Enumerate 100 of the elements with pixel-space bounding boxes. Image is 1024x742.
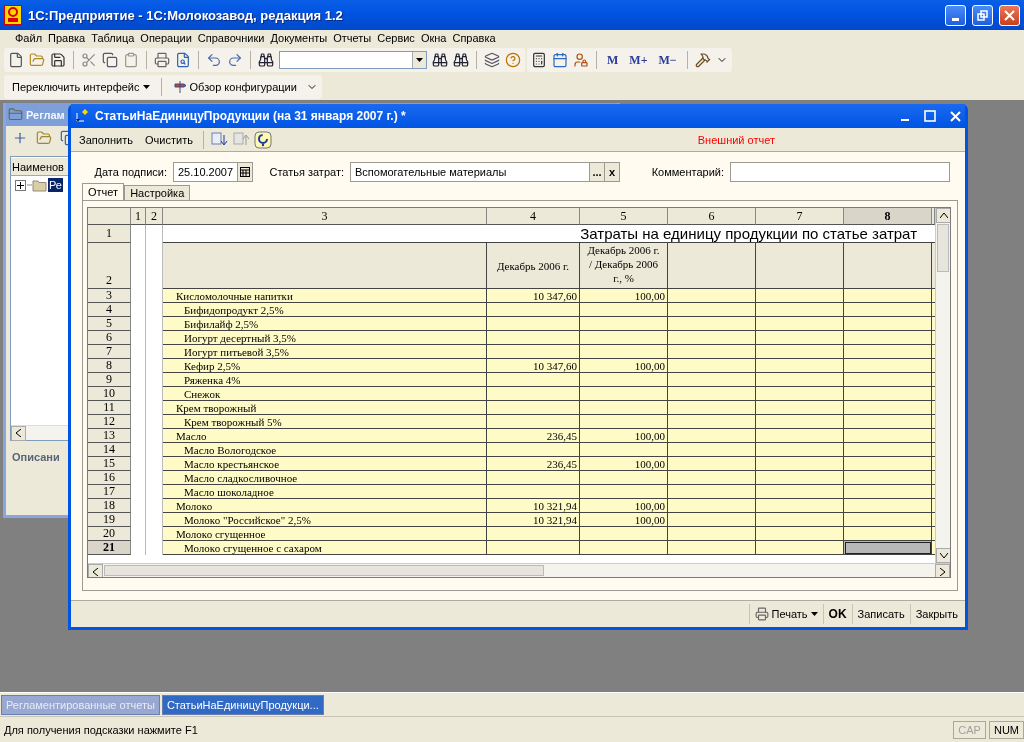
- column-header[interactable]: 8: [844, 208, 932, 225]
- dialog-button[interactable]: Записать: [851, 604, 910, 624]
- column-header[interactable]: 2: [146, 208, 163, 225]
- clear-button[interactable]: x: [605, 161, 620, 182]
- menu-item[interactable]: Операции: [137, 32, 195, 44]
- column-header[interactable]: 3: [163, 208, 487, 225]
- folder-icon[interactable]: [29, 52, 45, 68]
- document-search-icon[interactable]: [175, 52, 191, 68]
- calendar-button[interactable]: [238, 161, 253, 182]
- scroll-left-icon[interactable]: [16, 429, 21, 437]
- row-header[interactable]: 5: [88, 317, 131, 331]
- row-header[interactable]: 20: [88, 527, 131, 541]
- cost-item-field[interactable]: Вспомогательные материалы: [350, 161, 590, 182]
- search-combo-field[interactable]: [279, 51, 427, 69]
- row-header[interactable]: 4: [88, 303, 131, 317]
- printer-icon[interactable]: [154, 52, 170, 68]
- close-button[interactable]: [999, 4, 1020, 26]
- print-button[interactable]: Печать: [748, 604, 823, 624]
- add-icon[interactable]: [12, 130, 28, 146]
- undo-icon[interactable]: [206, 52, 222, 68]
- menu-item[interactable]: Справочники: [194, 32, 268, 44]
- scroll-thumb[interactable]: [104, 565, 544, 576]
- scroll-thumb[interactable]: [937, 224, 949, 272]
- menu-item[interactable]: Документы: [267, 32, 331, 44]
- column-header[interactable]: 1: [131, 208, 146, 225]
- memory-button[interactable]: M−: [655, 52, 680, 68]
- user-lock-icon[interactable]: [573, 52, 589, 68]
- copy-icon[interactable]: [102, 52, 118, 68]
- scroll-right-icon[interactable]: [940, 567, 945, 576]
- horizontal-scrollbar[interactable]: [88, 563, 950, 577]
- binoculars-icon[interactable]: [453, 52, 469, 68]
- binoculars-icon[interactable]: [258, 52, 274, 68]
- column-header[interactable]: 7: [756, 208, 844, 225]
- row-header[interactable]: 9: [88, 373, 131, 387]
- row-header[interactable]: 15: [88, 457, 131, 471]
- column-header[interactable]: 6: [668, 208, 756, 225]
- row-header[interactable]: 12: [88, 415, 131, 429]
- switch-interface-button[interactable]: Переключить интерфейс: [8, 81, 154, 93]
- row-header[interactable]: 13: [88, 429, 131, 443]
- table-cell: 100,00: [580, 429, 668, 443]
- scissors-icon[interactable]: [81, 52, 97, 68]
- menu-item[interactable]: Отчеты: [330, 32, 375, 44]
- memory-button[interactable]: M+: [626, 52, 651, 68]
- hammer-icon[interactable]: [694, 52, 711, 68]
- memory-button[interactable]: M: [604, 52, 622, 68]
- toolbar-button[interactable]: Очистить: [141, 133, 197, 146]
- row-header[interactable]: 7: [88, 345, 131, 359]
- save-icon[interactable]: [50, 52, 66, 68]
- restore-button[interactable]: [972, 4, 993, 26]
- table-cell: Масло сладкосливочное: [163, 471, 487, 485]
- toolbar-button[interactable]: Заполнить: [75, 133, 137, 146]
- redo-icon[interactable]: [227, 52, 243, 68]
- minimize-button[interactable]: [945, 4, 966, 26]
- expand-icon[interactable]: [15, 179, 26, 191]
- column-header[interactable]: 5: [580, 208, 668, 225]
- row-header[interactable]: 10: [88, 387, 131, 401]
- row-header[interactable]: 1: [88, 225, 131, 243]
- row-header[interactable]: 3: [88, 289, 131, 303]
- table-cell: 10 347,60: [487, 289, 580, 303]
- binoculars-icon[interactable]: [432, 52, 448, 68]
- config-overview-button[interactable]: Обзор конфигурации: [168, 80, 301, 94]
- scroll-left-icon[interactable]: [93, 567, 98, 576]
- row-header[interactable]: 18: [88, 499, 131, 513]
- select-button[interactable]: ...: [590, 161, 605, 182]
- calculator-icon[interactable]: [531, 52, 547, 68]
- menu-item[interactable]: Окна: [417, 32, 450, 44]
- ok-button[interactable]: OK: [822, 604, 852, 624]
- scroll-down-icon[interactable]: [939, 553, 948, 558]
- row-header[interactable]: 6: [88, 331, 131, 345]
- file-icon[interactable]: [8, 52, 24, 68]
- scroll-up-icon[interactable]: [939, 213, 948, 218]
- move-down-icon[interactable]: [209, 131, 228, 148]
- window-tab[interactable]: СтатьиНаЕдиницуПродукци...: [161, 694, 324, 715]
- row-header[interactable]: 16: [88, 471, 131, 485]
- row-header[interactable]: 2: [88, 243, 131, 289]
- date-field[interactable]: 25.10.2007: [173, 161, 238, 182]
- row-header[interactable]: 19: [88, 513, 131, 527]
- table-cell: 236,45: [487, 457, 580, 471]
- row-header[interactable]: 8: [88, 359, 131, 373]
- row-header[interactable]: 21: [88, 541, 131, 555]
- tab[interactable]: Отчет: [82, 183, 125, 200]
- menu-item[interactable]: Правка: [45, 32, 89, 44]
- comment-field[interactable]: [730, 161, 950, 182]
- dialog-button[interactable]: Закрыть: [909, 604, 963, 624]
- help-icon[interactable]: [253, 130, 272, 149]
- table-cell: 100,00: [580, 359, 668, 373]
- tree-item[interactable]: Ре: [48, 178, 63, 192]
- folder-icon[interactable]: [36, 130, 52, 146]
- menu-item[interactable]: Справка: [449, 32, 499, 44]
- vertical-scrollbar[interactable]: [935, 208, 950, 563]
- column-header[interactable]: 4: [487, 208, 580, 225]
- row-header[interactable]: 14: [88, 443, 131, 457]
- menu-item[interactable]: Сервис: [374, 32, 418, 44]
- row-header[interactable]: 11: [88, 401, 131, 415]
- calendar-icon[interactable]: [552, 52, 568, 68]
- tab[interactable]: Настройка: [124, 185, 191, 200]
- menu-item[interactable]: Таблица: [88, 32, 138, 44]
- clipboard-icon[interactable]: [123, 52, 139, 68]
- menu-item[interactable]: Файл: [12, 32, 46, 44]
- row-header[interactable]: 17: [88, 485, 131, 499]
